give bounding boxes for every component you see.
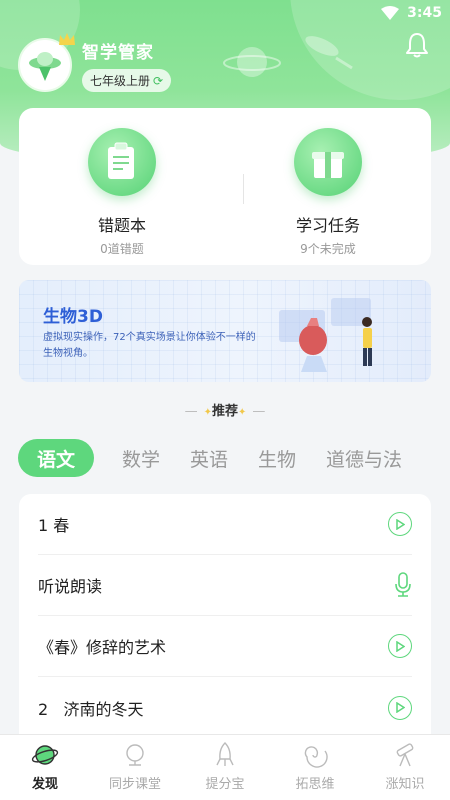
- app-name: 智学管家: [82, 43, 154, 63]
- card-divider: [243, 174, 244, 204]
- mistake-book-count: 0道错题: [100, 242, 144, 256]
- tab-math[interactable]: 数学: [122, 445, 160, 472]
- banner-description: 虚拟现实操作，72个真实场景让你体验不一样的生物视角。: [43, 332, 256, 359]
- list-item[interactable]: 《春》修辞的艺术: [38, 616, 412, 677]
- banner-title: 生物3D: [43, 307, 103, 327]
- lesson-list: 1 春 听说朗读 《春》修辞的艺术 2 济南的冬天: [19, 494, 431, 754]
- study-summary-card: 错题本 0道错题 学习任务 9个未完成: [19, 108, 431, 265]
- nav-label: 拓思维: [295, 777, 335, 792]
- planet-decoration-icon: [223, 47, 281, 77]
- bell-icon[interactable]: [406, 32, 428, 58]
- rocket-icon: [216, 742, 234, 766]
- ufo-avatar-icon: [29, 52, 61, 81]
- play-icon[interactable]: [388, 634, 412, 658]
- nav-label: 发现: [31, 777, 58, 792]
- rocket-decoration-icon: [305, 36, 353, 70]
- recommend-heading: — ✦推荐✦ —: [184, 404, 266, 419]
- list-item[interactable]: 听说朗读: [38, 555, 412, 616]
- nav-item-thinking[interactable]: 拓思维: [270, 735, 360, 800]
- nav-label: 涨知识: [385, 777, 425, 792]
- study-task-count: 9个未完成: [300, 242, 356, 256]
- biology-3d-banner[interactable]: 生物3D 虚拟现实操作，72个真实场景让你体验不一样的生物视角。: [19, 280, 431, 382]
- globe-icon: [126, 744, 144, 766]
- telescope-icon: [396, 743, 414, 767]
- grade-label: 七年级上册: [90, 74, 151, 88]
- play-icon[interactable]: [388, 695, 412, 720]
- nav-label: 同步课堂: [108, 777, 161, 792]
- nav-label: 提分宝: [205, 777, 245, 792]
- subject-tabs: 语文 数学 英语 生物 道德与法: [18, 438, 450, 478]
- lesson-title: 《春》修辞的艺术: [38, 638, 167, 657]
- notebook-icon: [88, 128, 156, 196]
- nav-item-score-boost[interactable]: 提分宝: [180, 735, 270, 800]
- study-task-entry[interactable]: 学习任务 9个未完成: [225, 108, 431, 265]
- crown-icon: [59, 33, 75, 45]
- mistake-book-entry[interactable]: 错题本 0道错题: [19, 108, 225, 265]
- tab-biology[interactable]: 生物: [258, 445, 296, 472]
- mistake-book-title: 错题本: [97, 216, 146, 235]
- status-time: 3:45: [407, 5, 442, 21]
- galaxy-icon: [304, 746, 328, 768]
- lesson-title: 2 济南的冬天: [38, 699, 144, 719]
- tab-morality-law[interactable]: 道德与法: [326, 445, 402, 472]
- header: 智学管家 七年级上册 ⟳: [18, 33, 172, 92]
- tab-english[interactable]: 英语: [190, 445, 228, 472]
- list-item[interactable]: 1 春: [38, 494, 412, 555]
- play-icon[interactable]: [388, 512, 412, 536]
- nav-item-discover[interactable]: 发现: [0, 735, 90, 800]
- microphone-icon[interactable]: [394, 572, 412, 598]
- nav-item-sync-class[interactable]: 同步课堂: [90, 735, 180, 800]
- avatar[interactable]: [18, 33, 75, 92]
- study-task-title: 学习任务: [295, 216, 360, 235]
- gift-icon: [294, 128, 362, 196]
- lesson-title: 1 春: [38, 516, 70, 535]
- lesson-title: 听说朗读: [38, 577, 103, 596]
- status-bar: 3:45: [0, 0, 450, 26]
- recommend-label: 推荐: [211, 404, 238, 419]
- heart-model-illustration-icon: [279, 298, 372, 372]
- bottom-navigation: 发现 同步课堂 提分宝 拓思维 涨知识: [0, 734, 450, 800]
- tab-chinese[interactable]: 语文: [18, 439, 94, 477]
- refresh-icon: ⟳: [153, 73, 164, 88]
- planet-icon: [31, 745, 59, 765]
- grade-selector[interactable]: 七年级上册 ⟳: [82, 69, 172, 92]
- wifi-icon: [381, 6, 400, 20]
- nav-item-knowledge[interactable]: 涨知识: [360, 735, 450, 800]
- list-item[interactable]: 2 济南的冬天: [38, 677, 412, 738]
